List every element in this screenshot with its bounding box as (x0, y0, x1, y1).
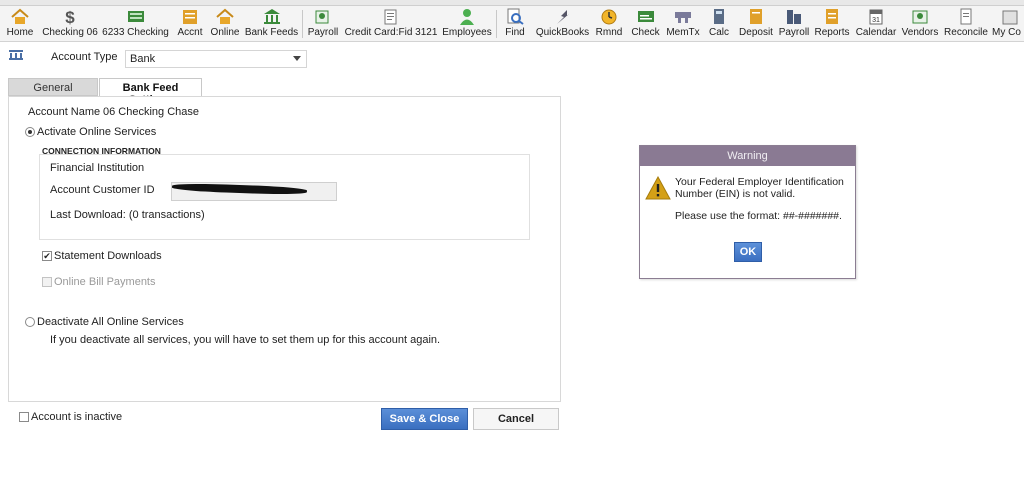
activate-online-label: Activate Online Services (37, 126, 157, 138)
save-close-button[interactable]: Save & Close (381, 408, 468, 430)
statement-downloads-checkbox[interactable]: ✔ (42, 251, 52, 261)
toolbar-rmnd[interactable]: Rmnd (594, 8, 624, 40)
toolbar-bank-feeds[interactable]: Bank Feeds (244, 8, 299, 40)
warning-message: Your Federal Employer Identification Num… (675, 176, 844, 200)
toolbar-payroll-2[interactable]: Payroll (777, 8, 811, 40)
payroll-icon (315, 10, 329, 24)
toolbar-deposit[interactable]: Deposit (737, 8, 775, 40)
customer-id-label: Account Customer ID (50, 184, 155, 196)
toolbar-calendar[interactable]: 31 Calendar (855, 8, 897, 40)
toolbar-find[interactable]: Find (500, 8, 530, 40)
last-download-text: Last Download: (0 transactions) (50, 209, 205, 221)
toolbar-vendors[interactable]: Vendors (900, 8, 940, 40)
deposit-icon (750, 9, 762, 24)
reports-icon (826, 9, 838, 24)
svg-text:$: $ (65, 8, 75, 25)
toolbar-calc[interactable]: Calc (705, 8, 733, 40)
account-type-select[interactable]: Bank (125, 50, 307, 68)
bank-icon (263, 9, 280, 24)
bank-account-icon (9, 50, 23, 60)
account-type-label: Account Type (51, 51, 118, 63)
register-icon (127, 11, 144, 22)
account-inactive-checkbox[interactable] (19, 412, 29, 422)
toolbar-payroll[interactable]: Payroll (306, 8, 340, 40)
dollar-icon: $ (65, 8, 75, 25)
deactivate-online-radio[interactable] (25, 317, 35, 327)
toolbar-reconcile[interactable]: Reconcile (943, 8, 989, 40)
reconcile-icon (960, 8, 972, 25)
memorized-tx-icon (675, 12, 691, 23)
employees-icon (460, 9, 474, 25)
calculator-icon (714, 9, 724, 24)
warning-title: Warning (640, 146, 855, 166)
warning-format-hint: Please use the format: ##-#######. (675, 210, 842, 222)
check-icon (637, 11, 654, 22)
reminder-icon (601, 9, 617, 25)
accounts-icon (183, 10, 197, 24)
toolbar-separator (302, 10, 303, 38)
calendar-icon: 31 (869, 9, 883, 25)
online-bill-payments-label: Online Bill Payments (54, 276, 156, 288)
find-icon (507, 8, 524, 25)
toolbar-separator (496, 10, 497, 38)
warning-dialog: Warning Your Federal Employer Identifica… (639, 145, 856, 279)
toolbar-home[interactable]: Home (3, 8, 37, 40)
online-icon (216, 8, 234, 24)
toolbar-online[interactable]: Online (208, 8, 242, 40)
statement-downloads-label: Statement Downloads (54, 250, 162, 262)
toolbar-accnt[interactable]: Accnt (173, 8, 207, 40)
ok-button[interactable]: OK (734, 242, 762, 262)
financial-institution-label: Financial Institution (50, 162, 145, 174)
deactivate-note: If you deactivate all services, you will… (50, 334, 441, 346)
cancel-button[interactable]: Cancel (473, 408, 559, 430)
credit-card-icon (384, 9, 397, 25)
company-icon (1002, 10, 1018, 25)
online-bill-payments-checkbox (42, 277, 52, 287)
toolbar-check[interactable]: Check (629, 8, 662, 40)
toolbar-my-company[interactable]: My Co (992, 8, 1024, 40)
toolbar-6233-checking[interactable]: 6233 Checking (102, 8, 169, 40)
vendors-icon (912, 10, 928, 24)
chevron-down-icon (293, 56, 301, 61)
toolbar-memtx[interactable]: MemTx (665, 8, 701, 40)
deactivate-online-label: Deactivate All Online Services (37, 316, 184, 328)
account-name-label: Account Name (28, 106, 101, 118)
home-icon (11, 8, 29, 24)
toolbar-checking-06[interactable]: $ Checking 06 (40, 8, 100, 40)
toolbar-employees[interactable]: Employees (441, 8, 493, 40)
toolbar-reports[interactable]: Reports (813, 8, 851, 40)
account-name-value: 06 Checking Chase (103, 106, 200, 118)
activate-online-radio[interactable] (25, 127, 35, 137)
payroll-icon (787, 10, 801, 24)
warning-triangle-icon (645, 176, 671, 200)
account-inactive-label: Account is inactive (31, 411, 123, 423)
tab-bank-feed-settings[interactable]: Bank Feed Settings (99, 78, 202, 106)
toolbar-credit-card[interactable]: Credit Card:Fid 3121 (343, 8, 439, 40)
toolbar-quickbooks[interactable]: QuickBooks (535, 8, 590, 40)
svg-text:31: 31 (872, 17, 880, 24)
icon-toolbar: Home $ Checking 06 6233 Checking Accnt O… (0, 6, 1024, 42)
tab-general[interactable]: General (8, 78, 98, 96)
account-type-value: Bank (130, 53, 156, 65)
bank-feed-settings-panel (8, 96, 561, 402)
quickbooks-icon (556, 10, 569, 24)
